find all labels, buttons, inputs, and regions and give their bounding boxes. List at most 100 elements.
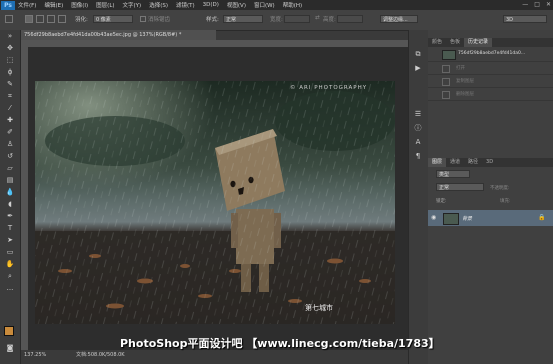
- height-label: 高度:: [323, 17, 336, 23]
- actions-panel-icon[interactable]: ▶: [413, 64, 423, 72]
- history-snapshot[interactable]: 756df29b8aebd7e4fd41da0...: [428, 47, 553, 62]
- paragraph-panel-icon[interactable]: ¶: [413, 152, 423, 160]
- menu-view[interactable]: 视图(V): [227, 1, 246, 9]
- antialias-label: 消除锯齿: [148, 17, 171, 23]
- type-icon[interactable]: T: [5, 224, 15, 232]
- quick-mask-icon[interactable]: ◙: [5, 344, 15, 352]
- path-select-icon[interactable]: ➤: [5, 236, 15, 244]
- close-icon[interactable]: ✕: [546, 1, 551, 8]
- swap-icon[interactable]: ⇄: [315, 15, 320, 21]
- properties-panel-icon[interactable]: ☰: [413, 110, 423, 118]
- height-input[interactable]: [337, 15, 363, 23]
- feather-input[interactable]: 0 像素: [93, 15, 133, 23]
- menu-image[interactable]: 图像(I): [71, 1, 88, 9]
- blur-icon[interactable]: 💧: [5, 188, 15, 196]
- clone-stamp-icon[interactable]: ♙: [5, 140, 15, 148]
- snapshot-thumbnail: [442, 50, 456, 60]
- subtract-selection-icon[interactable]: [47, 15, 55, 23]
- refine-edge-button[interactable]: 调整边缘...: [380, 15, 418, 23]
- character-panel-icon[interactable]: A: [413, 138, 423, 146]
- layer-row-background[interactable]: ◉ 背景 🔒: [428, 210, 553, 226]
- eyedropper-icon[interactable]: ⁄: [5, 104, 15, 112]
- workspace-select[interactable]: 3D: [503, 15, 547, 23]
- tab-layers[interactable]: 图层: [428, 158, 447, 167]
- shape-icon[interactable]: ▭: [5, 248, 15, 256]
- fill-label: 填充:: [500, 199, 511, 204]
- history-item-label: 删除图层: [456, 92, 474, 97]
- new-selection-icon[interactable]: [25, 15, 33, 23]
- menu-type[interactable]: 文字(Y): [123, 1, 142, 9]
- menu-3d[interactable]: 3D(D): [203, 2, 219, 8]
- menu-file[interactable]: 文件(F): [18, 1, 36, 9]
- document-tab[interactable]: 756df29b8aebd7e4fd41da00b43ae5ec.jpg @ 1…: [21, 30, 216, 40]
- layers-panel-tabs: 图层 通道 路径 3D: [428, 158, 553, 167]
- style-label: 样式:: [206, 17, 219, 23]
- crop-icon[interactable]: ⌗: [5, 92, 15, 100]
- lasso-icon[interactable]: ϕ: [5, 68, 15, 76]
- move-tool-icon[interactable]: ✥: [5, 44, 15, 52]
- quick-select-icon[interactable]: ✎: [5, 80, 15, 88]
- menu-layer[interactable]: 图层(L): [96, 1, 114, 9]
- add-selection-icon[interactable]: [36, 15, 44, 23]
- menu-edit[interactable]: 编辑(E): [44, 1, 63, 9]
- more-tools-icon[interactable]: ···: [5, 286, 15, 294]
- layer-kind-filter[interactable]: 类型: [436, 170, 470, 178]
- foreground-color-swatch[interactable]: [4, 326, 14, 336]
- right-panels: 颜色 色板 历史记录 756df29b8aebd7e4fd41da0... 打开…: [428, 30, 553, 364]
- blend-mode-select[interactable]: 正常: [436, 183, 484, 191]
- history-item[interactable]: 删除图层: [428, 88, 553, 101]
- doc-info: 文档:508.0K/508.0K: [76, 352, 125, 358]
- minimize-icon[interactable]: —: [522, 1, 528, 8]
- status-bar: 137.25% 文档:508.0K/508.0K: [21, 350, 408, 360]
- collapse-arrows-icon[interactable]: »: [5, 32, 15, 40]
- snapshot-name: 756df29b8aebd7e4fd41da0...: [458, 51, 526, 56]
- zoom-icon[interactable]: ⌕: [5, 272, 15, 280]
- maximize-icon[interactable]: □: [534, 1, 540, 8]
- eye-icon[interactable]: ◉: [431, 214, 436, 221]
- tab-color[interactable]: 颜色: [428, 38, 446, 47]
- antialias-checkbox[interactable]: [140, 16, 146, 22]
- history-item-label: 复制图层: [456, 79, 474, 84]
- tab-history[interactable]: 历史记录: [464, 38, 493, 47]
- healing-brush-icon[interactable]: ✚: [5, 116, 15, 124]
- tab-channels[interactable]: 通道: [446, 158, 464, 167]
- info-panel-icon[interactable]: ⓘ: [413, 124, 423, 132]
- tools-panel: » ✥ ⬚ ϕ ✎ ⌗ ⁄ ✚ ✐ ♙ ↺ ▱ ▤ 💧 ◖ ✒ T ➤ ▭ ✋ …: [0, 30, 21, 364]
- ruler-top: [21, 40, 408, 47]
- menu-help[interactable]: 帮助(H): [283, 1, 302, 9]
- feather-label: 羽化:: [75, 17, 88, 23]
- history-brush-icon[interactable]: ↺: [5, 152, 15, 160]
- eraser-icon[interactable]: ▱: [5, 164, 15, 172]
- brush-icon[interactable]: ✐: [5, 128, 15, 136]
- history-item[interactable]: 打开: [428, 62, 553, 75]
- image-signature: 第七城市: [305, 304, 333, 312]
- gradient-icon[interactable]: ▤: [5, 176, 15, 184]
- width-input[interactable]: [284, 15, 310, 23]
- tab-paths[interactable]: 路径: [464, 158, 482, 167]
- photo-credit-watermark: © ARI PHOTOGRAPHY: [290, 85, 368, 91]
- menu-filter[interactable]: 滤镜(T): [176, 1, 195, 9]
- history-panel-icon[interactable]: ⧉: [413, 50, 423, 58]
- menu-window[interactable]: 窗口(W): [254, 1, 275, 9]
- marquee-tool-preset-icon[interactable]: [5, 15, 13, 23]
- window-controls: — □ ✕: [522, 1, 551, 8]
- intersect-selection-icon[interactable]: [58, 15, 66, 23]
- lock-icon: 🔒: [538, 214, 546, 221]
- zoom-level[interactable]: 137.25%: [24, 350, 46, 360]
- tab-3d[interactable]: 3D: [482, 158, 497, 167]
- opacity-label: 不透明度:: [490, 186, 510, 191]
- pen-icon[interactable]: ✒: [5, 212, 15, 220]
- rect-marquee-icon[interactable]: ⬚: [5, 56, 15, 64]
- hand-icon[interactable]: ✋: [5, 260, 15, 268]
- layer-name[interactable]: 背景: [462, 215, 472, 222]
- style-select[interactable]: 正常: [223, 15, 263, 23]
- history-item-label: 打开: [456, 66, 465, 71]
- menu-select[interactable]: 选择(S): [149, 1, 168, 9]
- dodge-icon[interactable]: ◖: [5, 200, 15, 208]
- document-canvas[interactable]: [35, 81, 395, 324]
- tab-swatches[interactable]: 色板: [446, 38, 464, 47]
- history-step-icon: [442, 78, 450, 86]
- photoshop-logo-icon: Ps: [1, 0, 15, 10]
- history-item[interactable]: 复制图层: [428, 75, 553, 88]
- canvas-photo: [35, 81, 395, 324]
